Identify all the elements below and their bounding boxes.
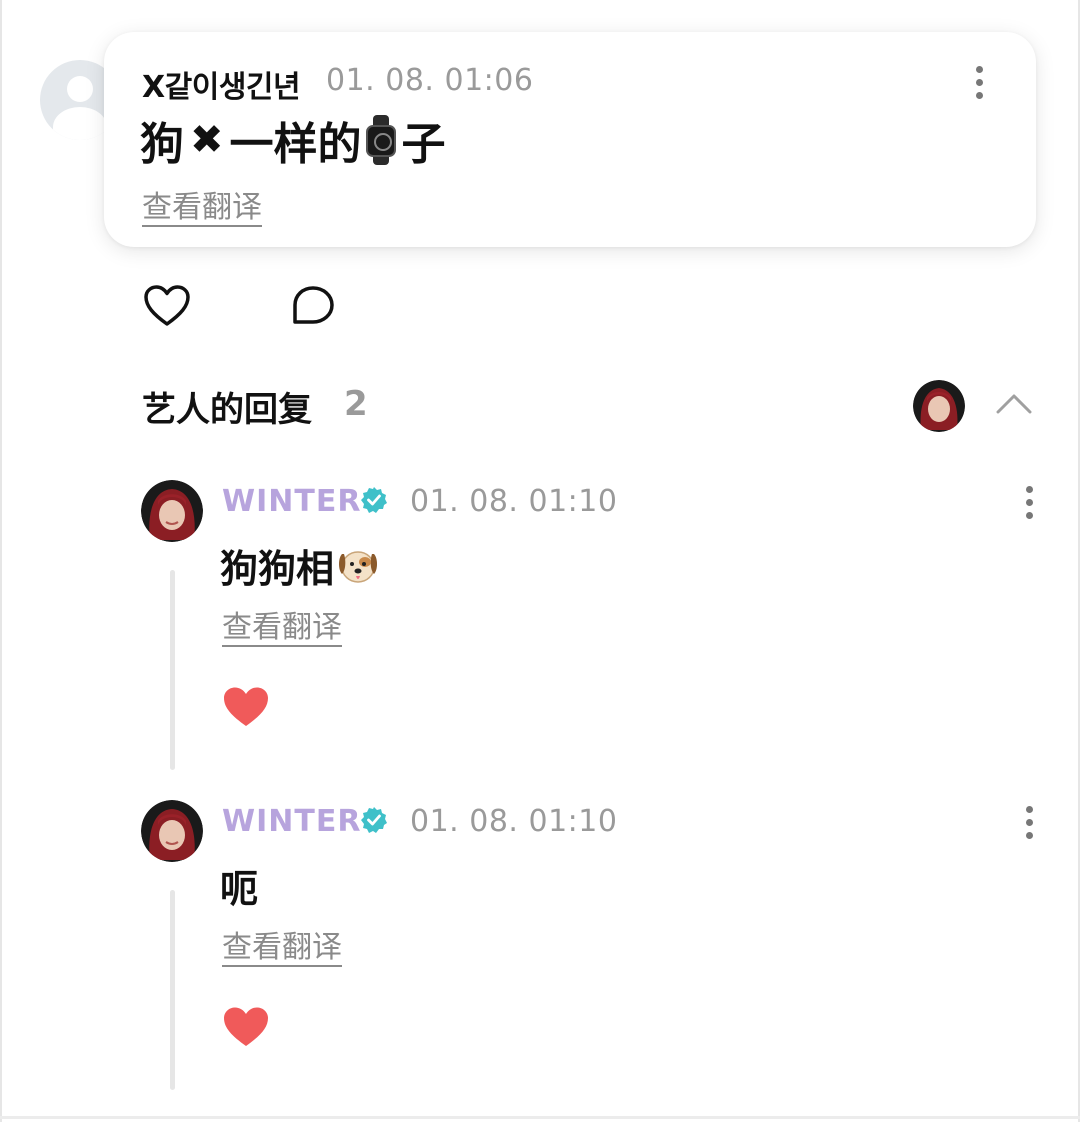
watch-icon	[365, 115, 396, 165]
x-mark-icon: ✖	[190, 117, 224, 163]
reply-username[interactable]: WINTER	[222, 804, 361, 839]
bottom-divider	[0, 1116, 1080, 1119]
reply-item: WINTER 01. 08. 01:10 呃 查看翻译	[0, 800, 1080, 1100]
verified-badge-icon	[361, 807, 387, 833]
more-options-icon[interactable]	[1024, 806, 1034, 846]
comment-text-part: 一样的	[229, 119, 362, 170]
thread-line	[170, 890, 175, 1090]
original-comment-card: X같이생긴년 01. 08. 01:06 狗 ✖ 一样的 子 查看翻译	[104, 32, 1036, 247]
artist-avatar[interactable]	[141, 800, 203, 862]
artist-replies-title: 艺人的回复	[142, 390, 312, 430]
heart-outline-icon[interactable]	[143, 284, 191, 328]
comment-text-part: 子	[401, 119, 446, 170]
see-translation-link[interactable]: 查看翻译	[142, 182, 262, 226]
chevron-up-icon[interactable]	[994, 390, 1034, 416]
verified-badge-icon	[361, 487, 387, 513]
comment-bubble-icon[interactable]	[290, 284, 336, 328]
more-options-icon[interactable]	[1024, 486, 1034, 526]
see-translation-link[interactable]: 查看翻译	[222, 602, 342, 646]
reply-text-content: 狗狗相	[220, 547, 335, 591]
reply-timestamp: 01. 08. 01:10	[410, 484, 618, 519]
see-translation-link[interactable]: 查看翻译	[222, 922, 342, 966]
comment-text-part: 狗	[140, 119, 184, 170]
comment-timestamp: 01. 08. 01:06	[326, 63, 534, 98]
heart-filled-icon[interactable]	[222, 685, 270, 729]
heart-filled-icon[interactable]	[222, 1005, 270, 1049]
reply-text: 呃	[220, 858, 258, 913]
comment-username[interactable]: X같이생긴년	[142, 62, 301, 106]
more-options-icon[interactable]	[974, 66, 984, 106]
reply-item: WINTER 01. 08. 01:10 狗狗相 查看翻译	[0, 480, 1080, 780]
thread-line	[170, 570, 175, 770]
reply-text: 狗狗相	[220, 538, 380, 593]
reply-timestamp: 01. 08. 01:10	[410, 804, 618, 839]
artist-avatar[interactable]	[141, 480, 203, 542]
artist-avatar[interactable]	[913, 380, 965, 432]
dog-face-icon	[339, 550, 378, 583]
reply-username[interactable]: WINTER	[222, 484, 361, 519]
comment-text: 狗 ✖ 一样的 子	[140, 112, 446, 170]
reply-text-content: 呃	[220, 867, 259, 911]
artist-replies-count: 2	[344, 384, 368, 424]
